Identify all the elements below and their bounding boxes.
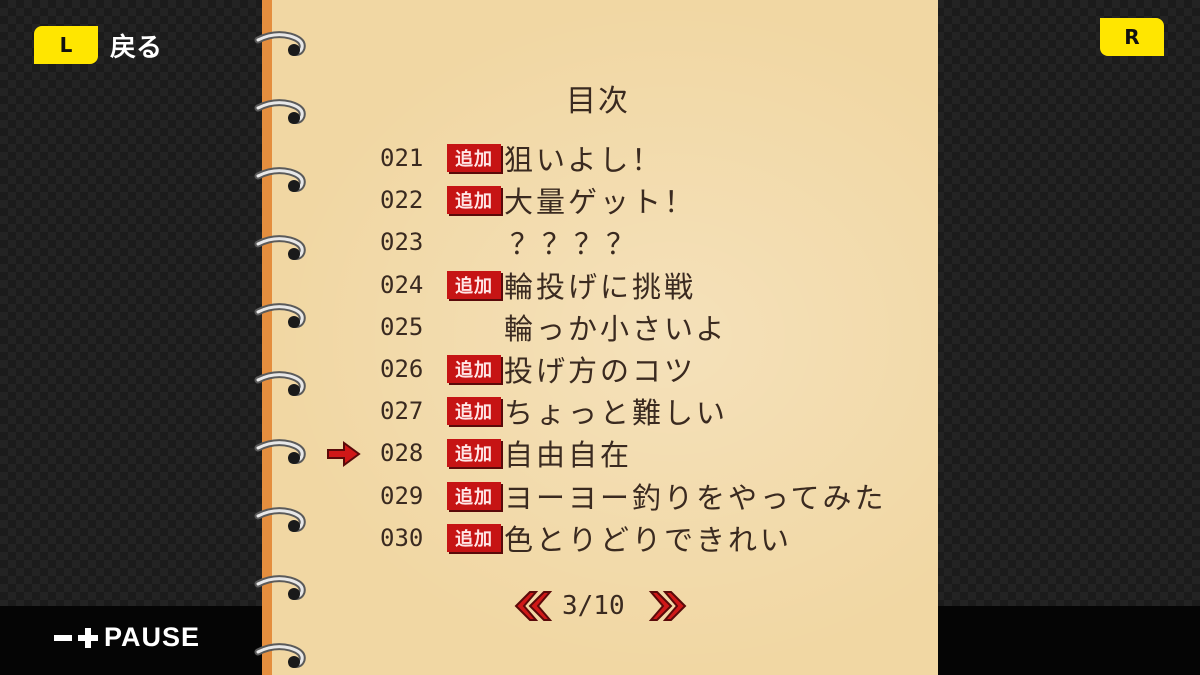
entry-title: ？？？？ — [510, 227, 639, 262]
added-badge: 追加 — [447, 144, 501, 172]
entry-title: 輪っか小さいよ — [504, 311, 728, 346]
entry-number: 021 — [380, 144, 424, 172]
toc-entry[interactable]: 028 追加 自由自在 — [380, 435, 633, 473]
toc-entry[interactable]: 029 追加 ヨーヨー釣りをやってみた — [380, 478, 887, 515]
r-button[interactable]: R — [1100, 18, 1164, 56]
spiral-ring — [254, 164, 312, 194]
entry-title: 輪投げに挑戦 — [504, 269, 697, 304]
spiral-ring — [254, 300, 312, 330]
back-label[interactable]: 戻る — [110, 27, 162, 64]
toc-entry[interactable]: 027 追加 ちょっと難しい — [380, 393, 729, 431]
entry-number: 022 — [380, 186, 424, 215]
entry-title: 投げ方のコツ — [504, 354, 697, 388]
toc-entry[interactable]: 024 追加 輪投げに挑戦 — [380, 267, 697, 304]
entry-title: 自由自在 — [504, 438, 633, 473]
entry-number: 030 — [380, 523, 424, 552]
entry-number: 029 — [380, 481, 424, 510]
l-button[interactable]: L — [34, 26, 98, 64]
spiral-ring — [254, 232, 312, 262]
toc-entry[interactable]: 022 追加 大量ゲット！ — [380, 182, 697, 220]
spiral-ring — [254, 436, 312, 466]
spiral-ring — [254, 640, 312, 670]
entry-number: 025 — [380, 312, 424, 341]
selection-arrow-icon — [327, 441, 361, 467]
page-title: 目次 — [566, 84, 630, 119]
added-badge: 追加 — [447, 397, 501, 426]
entry-title: ちょっと難しい — [504, 396, 729, 431]
spiral-ring — [254, 572, 312, 602]
added-badge: 追加 — [447, 270, 501, 299]
entry-title: 色とりどりできれい — [504, 522, 793, 557]
spiral-ring — [254, 504, 312, 534]
toc-entry[interactable]: 030 追加 色とりどりできれい — [380, 520, 793, 557]
entry-number: 024 — [380, 270, 424, 299]
toc-entry[interactable]: 023 ？？？？ — [380, 224, 639, 262]
entry-title: 狙いよし！ — [504, 143, 664, 177]
entry-title: ヨーヨー釣りをやってみた — [504, 480, 887, 515]
added-badge: 追加 — [447, 481, 501, 510]
spiral-ring — [254, 368, 312, 398]
added-badge: 追加 — [447, 523, 501, 552]
entry-number: 023 — [380, 228, 424, 257]
added-badge: 追加 — [447, 186, 501, 215]
bottom-bar-right — [938, 606, 1200, 675]
next-page-icon[interactable] — [647, 588, 693, 624]
added-badge: 追加 — [447, 355, 501, 383]
spiral-ring — [254, 96, 312, 126]
toc-entry[interactable]: 025 輪っか小さいよ — [380, 309, 728, 346]
added-badge: 追加 — [447, 439, 501, 468]
back-control[interactable]: L 戻る — [34, 26, 162, 64]
spiral-ring — [254, 28, 312, 58]
toc-entry[interactable]: 021 追加 狙いよし！ — [380, 140, 664, 177]
pager: 3/10 — [508, 586, 693, 626]
entry-number: 026 — [380, 355, 424, 383]
entry-number: 028 — [380, 439, 424, 468]
toc-entry[interactable]: 026 追加 投げ方のコツ — [380, 351, 697, 388]
plus-icon — [78, 627, 98, 648]
pause-button[interactable]: PAUSE — [54, 622, 200, 653]
entry-title: 大量ゲット！ — [504, 185, 697, 220]
prev-page-icon[interactable] — [508, 588, 554, 624]
minus-icon — [54, 634, 72, 641]
entry-number: 027 — [380, 397, 424, 426]
page-indicator: 3/10 — [562, 591, 625, 621]
pause-label: PAUSE — [104, 622, 201, 652]
